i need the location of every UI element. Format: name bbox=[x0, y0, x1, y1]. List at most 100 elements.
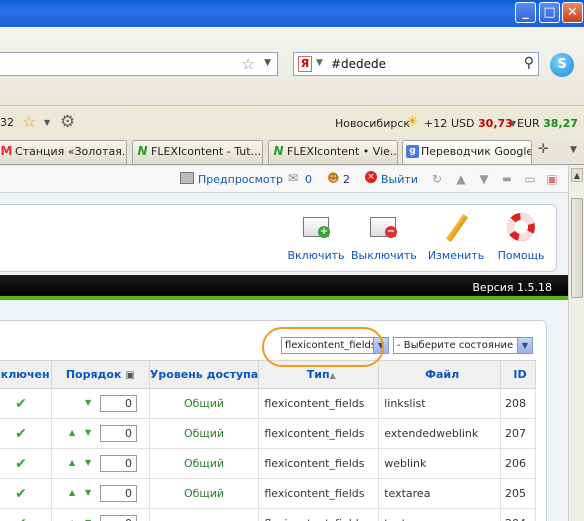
new-tab-button[interactable]: ✛ bbox=[538, 142, 549, 157]
usd-dropdown-icon[interactable]: ▼ bbox=[510, 119, 516, 128]
access-cell[interactable]: Общий bbox=[148, 388, 260, 419]
weather-city[interactable]: Новосибирск bbox=[335, 117, 410, 130]
logout-icon: × bbox=[365, 171, 377, 183]
table-row: ✔ ▲ ▼ 0 Общий flexicontent_fields textar… bbox=[0, 478, 536, 509]
preview-link[interactable]: Предпросмотр bbox=[198, 173, 283, 186]
search-input[interactable]: #dedede bbox=[331, 57, 386, 71]
state-filter-select[interactable]: - Выберите состояние - ▼ bbox=[393, 337, 533, 354]
published-cell[interactable]: ✔ bbox=[0, 448, 52, 479]
refresh-icon[interactable]: ↻ bbox=[430, 172, 444, 187]
messages-count[interactable]: 0 bbox=[305, 173, 312, 186]
close-panel-icon[interactable]: ▣ bbox=[545, 172, 559, 187]
type-filter-select[interactable]: flexicontent_fields ▼ bbox=[281, 337, 389, 354]
usd-value: 30,73 bbox=[478, 117, 513, 130]
chevron-down-icon[interactable]: ▼ bbox=[373, 338, 388, 353]
search-engine-dropdown-icon[interactable]: ▼ bbox=[316, 58, 323, 68]
check-icon[interactable]: ✔ bbox=[15, 396, 27, 412]
edit-button[interactable]: Изменить bbox=[426, 205, 486, 271]
move-up-icon[interactable]: ▲ bbox=[69, 518, 75, 521]
col-access[interactable]: Уровень доступа bbox=[148, 360, 260, 389]
move-down-icon[interactable]: ▼ bbox=[85, 458, 91, 467]
arrow-down-icon[interactable]: ▼ bbox=[477, 172, 491, 187]
minimize-button[interactable]: _ bbox=[515, 2, 536, 23]
col-order[interactable]: Порядок ▣ bbox=[50, 360, 150, 389]
tab-flexicontent-view[interactable]: N FLEXIcontent • Vie... bbox=[268, 140, 398, 164]
n-icon: N bbox=[137, 144, 148, 158]
access-cell[interactable]: Общий bbox=[148, 448, 260, 479]
n-icon: N bbox=[273, 144, 284, 158]
close-window-button[interactable]: ✕ bbox=[562, 2, 583, 23]
bookmark-star-icon[interactable]: ☆ bbox=[242, 55, 255, 73]
help-label: Помощь bbox=[497, 249, 545, 262]
move-down-icon[interactable]: ▼ bbox=[85, 428, 91, 437]
published-cell[interactable]: ✔ bbox=[0, 478, 52, 509]
published-cell[interactable]: ✔ bbox=[0, 418, 52, 449]
arrow-up-icon[interactable]: ▲ bbox=[454, 172, 468, 187]
check-icon[interactable]: ✔ bbox=[15, 426, 27, 442]
move-down-icon[interactable]: ▼ bbox=[85, 488, 91, 497]
col-type[interactable]: Тип▲ bbox=[258, 360, 380, 389]
eur-rate[interactable]: EUR 38,27 bbox=[517, 117, 578, 130]
tab-station[interactable]: M Станция «Золотая... bbox=[0, 140, 127, 164]
restore-panel-icon[interactable]: ▭ bbox=[523, 172, 537, 187]
move-up-icon[interactable]: ▲ bbox=[69, 428, 75, 437]
type-filter-value: flexicontent_fields bbox=[285, 340, 377, 351]
search-icon[interactable]: ⚲ bbox=[524, 55, 534, 71]
move-down-icon[interactable]: ▼ bbox=[85, 518, 91, 521]
unpublish-button[interactable]: − Выключить bbox=[351, 205, 417, 271]
order-input[interactable]: 0 bbox=[99, 454, 137, 472]
move-up-icon[interactable]: ▲ bbox=[69, 488, 75, 497]
minimize-panel-icon[interactable]: ▬ bbox=[500, 172, 514, 187]
address-bar[interactable]: ☆ ▼ bbox=[0, 52, 278, 76]
gear-icon[interactable]: ⚙ bbox=[60, 112, 75, 132]
usd-rate[interactable]: USD 30,73 bbox=[451, 117, 513, 130]
url-dropdown-icon[interactable]: ▼ bbox=[264, 58, 271, 68]
move-down-icon[interactable]: ▼ bbox=[85, 398, 91, 407]
check-icon[interactable]: ✔ bbox=[15, 486, 27, 502]
access-cell[interactable]: Общий bbox=[148, 418, 260, 449]
tab-google-translate[interactable]: g Переводчик Google bbox=[402, 140, 532, 164]
maximize-button[interactable]: □ bbox=[539, 2, 560, 23]
scrollbar-thumb[interactable] bbox=[571, 198, 583, 298]
type-cell: flexicontent_fields bbox=[258, 508, 380, 521]
order-input[interactable]: 0 bbox=[99, 514, 137, 521]
logout-link[interactable]: Выйти bbox=[381, 173, 418, 186]
col-file[interactable]: Файл bbox=[378, 360, 502, 389]
fields-table: Включен Порядок▣ Уровень доступа Тип▲ Фа… bbox=[0, 360, 536, 521]
check-icon[interactable]: ✔ bbox=[15, 456, 27, 472]
publish-button[interactable]: + Включить bbox=[286, 205, 346, 271]
favorites-star-icon[interactable]: ☆ bbox=[22, 112, 36, 131]
access-cell[interactable]: Общий bbox=[148, 478, 260, 509]
publish-icon: + bbox=[302, 213, 330, 241]
scroll-up-icon[interactable]: ▲ bbox=[571, 168, 583, 182]
yandex-icon[interactable]: Я bbox=[298, 56, 312, 72]
access-cell[interactable] bbox=[148, 508, 260, 521]
vertical-scrollbar[interactable]: ▲ bbox=[568, 166, 584, 521]
order-input[interactable]: 0 bbox=[99, 394, 137, 412]
tab-list-dropdown-icon[interactable]: ▼ bbox=[570, 145, 577, 155]
zoom-level: 32 bbox=[0, 116, 14, 129]
unpublish-icon: − bbox=[369, 213, 397, 241]
tab-flexicontent-tutorial[interactable]: N FLEXIcontent - Tut... bbox=[132, 140, 263, 164]
file-cell: weblink bbox=[378, 448, 502, 479]
addon-toolbar: 32 ☆ ▼ ⚙ Новосибирск ☀ +12 USD 30,73 ▼ E… bbox=[0, 110, 584, 137]
check-icon[interactable]: ✔ bbox=[15, 516, 27, 521]
admin-status-bar: Предпросмотр ✉ 0 ☻ 2 × Выйти ↻ ▲ ▼ ▬ ▭ ▣ bbox=[0, 166, 568, 193]
col-published[interactable]: Включен bbox=[0, 360, 52, 389]
version-bar: Версия 1.5.18 bbox=[0, 275, 568, 300]
published-cell[interactable]: ✔ bbox=[0, 508, 52, 521]
skype-icon[interactable]: S bbox=[550, 53, 574, 77]
favorites-dropdown-icon[interactable]: ▼ bbox=[44, 118, 50, 127]
search-box[interactable]: Я ▼ #dedede ⚲ bbox=[293, 52, 539, 76]
temperature: +12 bbox=[424, 117, 448, 130]
move-up-icon[interactable]: ▲ bbox=[69, 458, 75, 467]
chevron-down-icon[interactable]: ▼ bbox=[517, 338, 532, 353]
save-order-icon[interactable]: ▣ bbox=[125, 370, 134, 381]
pencil-icon bbox=[442, 213, 470, 243]
order-input[interactable]: 0 bbox=[99, 424, 137, 442]
order-input[interactable]: 0 bbox=[99, 484, 137, 502]
eur-value: 38,27 bbox=[543, 117, 578, 130]
published-cell[interactable]: ✔ bbox=[0, 388, 52, 419]
col-id[interactable]: ID bbox=[500, 360, 536, 389]
help-button[interactable]: Помощь bbox=[496, 205, 546, 271]
